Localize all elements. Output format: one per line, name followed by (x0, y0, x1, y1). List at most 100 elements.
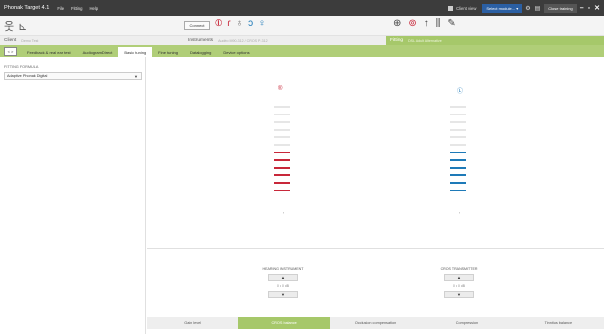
right-gain-step (274, 113, 290, 116)
hearing-instrument-value: 0 • 0 dB (277, 284, 289, 288)
tab-tinnitus-balance[interactable]: Tinnitus balance (513, 317, 604, 329)
left-gain-step (450, 166, 466, 169)
left-gain-step (450, 159, 466, 161)
tab-cros-balance[interactable]: CROS balance (238, 317, 330, 329)
tab-compression[interactable]: Compression (421, 317, 512, 329)
instruments-label: Instruments (188, 38, 214, 43)
tab-occlusion-compensation[interactable]: Occlusion compensation (330, 317, 421, 329)
left-gain-step (450, 182, 466, 184)
close-training-label: Close training (548, 5, 573, 11)
instrument-icons: ⦶ ɾ ♁ ↄ ♀ (215, 18, 271, 29)
right-gain-step (274, 121, 290, 123)
client-view-toggle[interactable]: Client view (448, 5, 477, 11)
client-view-label: Client view (456, 5, 477, 11)
arrow-down-icon: ▼ (281, 292, 285, 297)
fitting-section[interactable]: Fitting DSL Adult Alternative (386, 36, 604, 45)
fitting-tool-icons: ⊕ ⊚ ↑ ⫼ ✎ (393, 18, 463, 29)
select-module-button[interactable]: Select module... ▾ (482, 3, 523, 13)
right-ear-icon: ® (278, 86, 283, 92)
basic-tuning-panel: ® Ⓛ › › HEARING INSTRUMENT ▲ 0 • 0 dB ▼ … (147, 57, 604, 314)
fitting-formula-select[interactable]: Adaptive Phonak Digital ▼ (4, 72, 142, 80)
client-label: Client (4, 38, 17, 43)
cros-transmitter-down-button[interactable]: ▼ (444, 291, 474, 298)
toolbar-left: 웃 ⊾ (4, 18, 31, 34)
tool-icon[interactable]: ✎ (447, 18, 455, 29)
right-gain-step (274, 151, 290, 154)
close-training-button[interactable]: Close training (544, 3, 577, 13)
app-title: Phonak Target 4.1 (4, 5, 50, 11)
tab-gain-level[interactable]: Gain level (147, 317, 238, 329)
tab-device-options[interactable]: Device options (217, 47, 255, 57)
hearing-aid-pair-icon[interactable]: ⦶ (215, 18, 222, 29)
right-scale-marker-icon: › (283, 211, 285, 215)
equalizer-icon[interactable]: ⫼ (436, 18, 441, 29)
left-panel: FITTING FORMULA Adaptive Phonak Digital … (0, 57, 146, 334)
feedback-test-icon[interactable]: ⊚ (408, 18, 416, 29)
right-gain-step (274, 166, 290, 169)
cros-transmitter-label: CROS TRANSMITTER (440, 267, 478, 271)
tab-datalogging[interactable]: Datalogging (184, 47, 217, 57)
left-hearing-aid-icon[interactable]: ↄ (248, 18, 253, 29)
cros-transmitter-up-button[interactable]: ▲ (444, 274, 474, 281)
hearing-instrument-label: HEARING INSTRUMENT (262, 267, 304, 271)
client-name: Demo Test (21, 38, 39, 43)
tab-audiogram-direct[interactable]: AudiogramDirect (77, 47, 119, 57)
client-person-icon[interactable]: 웃 (4, 18, 14, 34)
nav-arrows-label: < > (7, 48, 14, 54)
notes-icon[interactable]: ▤ (535, 5, 541, 12)
right-hearing-aid-icon[interactable]: ɾ (227, 18, 230, 29)
right-gain-step (274, 159, 290, 161)
charger-icon[interactable]: ♁ (236, 18, 244, 29)
right-gain-step (274, 174, 290, 177)
left-gain-step (450, 121, 466, 123)
fitting-detail: DSL Adult Alternative (408, 38, 442, 43)
settings-icon[interactable]: ⚙ (525, 5, 530, 12)
tab-feedback-real-ear[interactable]: Feedback & real ear test (21, 47, 77, 57)
tab-basic-tuning[interactable]: Basic tuning (118, 47, 153, 57)
minimize-icon[interactable]: – (580, 5, 584, 12)
right-gain-step (274, 189, 290, 192)
client-section[interactable]: Client Demo Test (0, 36, 184, 45)
right-gain-step (274, 136, 290, 139)
right-gain-step (274, 128, 290, 131)
menu-fitting[interactable]: Fitting (71, 6, 82, 11)
hearing-instrument-down-button[interactable]: ▼ (268, 291, 298, 298)
fitting-tabs: < > Feedback & real ear test AudiogramDi… (0, 45, 604, 57)
arrow-down-icon: ▼ (457, 292, 461, 297)
microphone-icon[interactable]: ♀ (258, 18, 266, 29)
close-icon[interactable]: ✕ (594, 4, 600, 12)
section-bar: Client Demo Test Instruments Audéo M90-3… (0, 36, 604, 45)
connect-button[interactable]: Connect (184, 21, 210, 30)
left-gain-step (450, 106, 466, 108)
client-view-checkbox[interactable] (448, 5, 454, 11)
nav-arrows-button[interactable]: < > (4, 46, 17, 56)
restore-icon[interactable]: ▫ (588, 5, 590, 12)
left-gain-step (450, 174, 466, 177)
left-gain-step (450, 136, 466, 139)
instruments-detail: Audéo M90-312 / CROS P-312 (218, 38, 268, 43)
right-gain-step (274, 144, 290, 146)
panel-divider (147, 248, 604, 249)
left-ear-icon: Ⓛ (457, 89, 464, 95)
left-gain-step (450, 151, 466, 154)
chevron-down-icon: ▼ (134, 74, 138, 79)
left-gain-step (450, 189, 466, 192)
right-gain-step (274, 106, 290, 108)
left-gain-step (450, 113, 466, 116)
target-icon[interactable]: ⊕ (393, 18, 401, 29)
fitting-formula-label: FITTING FORMULA (4, 65, 39, 69)
menu-help[interactable]: Help (89, 6, 98, 11)
left-scale-marker-icon: › (459, 211, 461, 215)
instruments-section[interactable]: Instruments Audéo M90-312 / CROS P-312 (184, 36, 386, 45)
fitting-formula-value: Adaptive Phonak Digital (7, 74, 48, 78)
cros-transmitter-value: 0 • 0 dB (453, 284, 465, 288)
tab-fine-tuning[interactable]: Fine tuning (152, 47, 184, 57)
select-module-label: Select module... (486, 5, 516, 11)
menu-file[interactable]: File (57, 6, 64, 11)
arrow-up-icon: ▲ (457, 275, 461, 280)
level-icon[interactable]: ↑ (424, 18, 429, 29)
hearing-instrument-up-button[interactable]: ▲ (268, 274, 298, 281)
connect-label: Connect (189, 23, 205, 28)
title-bar: Phonak Target 4.1 File Fitting Help Clie… (0, 0, 604, 16)
audiogram-icon[interactable]: ⊾ (18, 20, 27, 33)
